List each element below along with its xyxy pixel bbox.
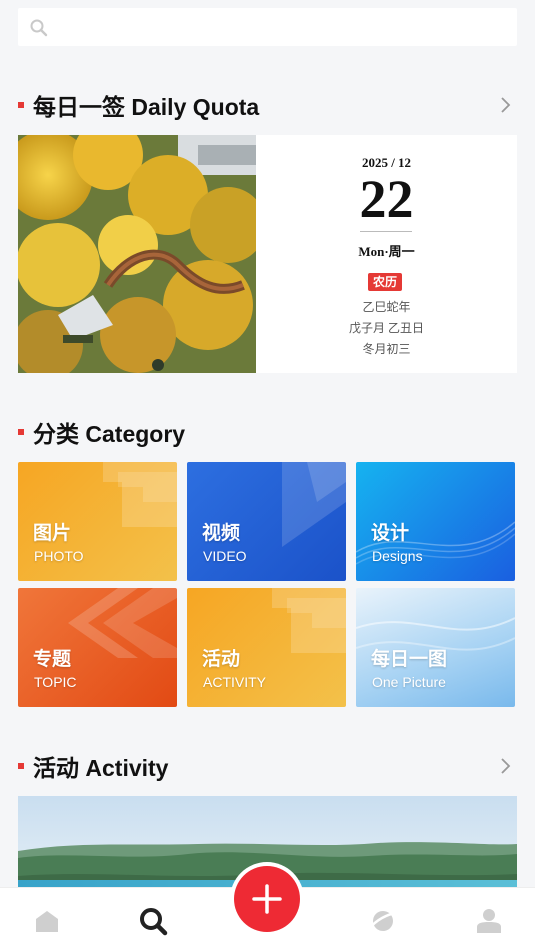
tile-title: 活动 xyxy=(202,649,241,670)
tile-subtitle: ACTIVITY xyxy=(203,674,267,690)
category-tile-photo[interactable]: 图片 PHOTO xyxy=(18,462,177,581)
chevron-right-icon[interactable] xyxy=(497,756,515,776)
profile-icon[interactable] xyxy=(474,906,504,936)
add-button[interactable] xyxy=(230,862,304,936)
section-marker xyxy=(18,102,24,108)
tile-title: 视频 xyxy=(202,523,241,544)
category-tile-one-picture[interactable]: 每日一图 One Picture xyxy=(356,588,515,707)
tile-subtitle: One Picture xyxy=(372,674,446,690)
add-button-circle xyxy=(234,866,300,932)
daily-quota-title: 每日一签 Daily Quota xyxy=(33,94,260,120)
search-icon xyxy=(30,19,48,37)
lunar-date: 冬月初三 xyxy=(362,342,411,356)
category-title: 分类 Category xyxy=(33,421,186,447)
calendar-weekday: Mon·周一 xyxy=(358,244,415,259)
tile-title: 图片 xyxy=(33,523,72,544)
calendar-day: 22 xyxy=(359,169,414,229)
discover-icon[interactable] xyxy=(138,906,168,936)
home-icon[interactable] xyxy=(32,906,62,936)
tile-title: 专题 xyxy=(33,649,72,670)
daily-quota-header: 每日一签 Daily Quota xyxy=(18,91,260,120)
tile-subtitle: Designs xyxy=(372,548,423,564)
tile-subtitle: TOPIC xyxy=(34,674,77,690)
lunar-year: 乙巳蛇年 xyxy=(362,300,411,314)
daily-quota-card[interactable]: 2025 / 12 22 Mon·周一 农历 乙巳蛇年 戊子月 乙丑日 冬月初三 xyxy=(18,135,517,373)
lunar-month-day: 戊子月 乙丑日 xyxy=(348,321,424,335)
category-tile-designs[interactable]: 设计 Designs xyxy=(356,462,515,581)
lunar-badge: 农历 xyxy=(368,273,402,291)
daily-photo[interactable] xyxy=(18,135,256,373)
calendar-divider xyxy=(360,231,412,232)
add-icon xyxy=(252,884,282,914)
category-tile-topic[interactable]: 专题 TOPIC xyxy=(18,588,177,707)
activity-title: 活动 Activity xyxy=(33,755,169,781)
activity-header: 活动 Activity xyxy=(18,752,169,781)
section-marker xyxy=(18,763,24,769)
tile-subtitle: VIDEO xyxy=(203,548,247,564)
calendar-panel: 2025 / 12 22 Mon·周一 农历 乙巳蛇年 戊子月 乙丑日 冬月初三 xyxy=(256,135,517,373)
search-bar[interactable] xyxy=(18,8,517,46)
tile-subtitle: PHOTO xyxy=(34,548,84,564)
tile-title: 设计 xyxy=(371,523,410,544)
tile-title: 每日一图 xyxy=(371,649,448,670)
search-input[interactable] xyxy=(56,8,506,46)
category-tile-activity[interactable]: 活动 ACTIVITY xyxy=(187,588,346,707)
section-marker xyxy=(18,429,24,435)
category-header: 分类 Category xyxy=(18,418,186,447)
category-tile-video[interactable]: 视频 VIDEO xyxy=(187,462,346,581)
chevron-right-icon[interactable] xyxy=(497,95,515,115)
planet-icon[interactable] xyxy=(368,906,398,936)
